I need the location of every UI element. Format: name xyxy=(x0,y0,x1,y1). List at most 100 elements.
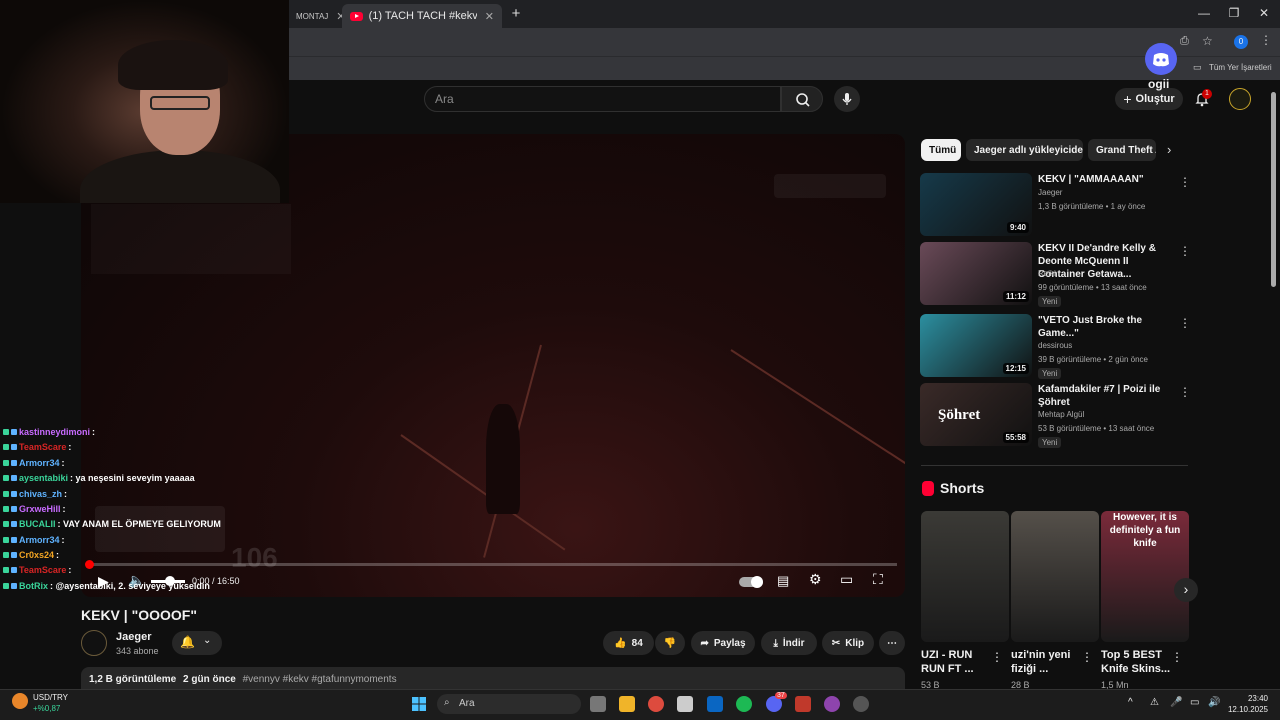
more-menu-icon[interactable]: ⋮ xyxy=(1260,33,1272,47)
clip-button[interactable]: ✂ Klip xyxy=(822,631,874,655)
fullscreen-icon[interactable]: ⛶ xyxy=(873,571,883,588)
channel-name[interactable]: Reiki xyxy=(1038,269,1056,278)
task-view-icon[interactable] xyxy=(590,696,606,712)
recommended-video[interactable]: 11:12 KEKV II De'andre Kelly & Deonte McQ… xyxy=(920,242,1191,307)
subtitles-icon[interactable]: ▤ xyxy=(777,573,789,589)
settings-icon[interactable]: ⚙ xyxy=(809,571,822,588)
search-button[interactable] xyxy=(781,86,823,112)
chrome-icon[interactable] xyxy=(648,696,664,712)
chevron-right-icon[interactable]: › xyxy=(1167,142,1171,157)
more-vertical-icon[interactable]: ⋮ xyxy=(1179,385,1191,399)
more-vertical-icon[interactable]: ⋮ xyxy=(1081,650,1093,664)
more-vertical-icon[interactable]: ⋮ xyxy=(1179,175,1191,189)
chat-text: : xyxy=(68,565,72,575)
channel-name[interactable]: Mehtap Algül xyxy=(1038,410,1084,419)
shorts-header: Shorts xyxy=(922,480,984,496)
chevron-down-icon: ⌄ xyxy=(203,635,212,646)
road-marking xyxy=(730,349,905,477)
search-input[interactable]: Ara xyxy=(424,86,781,112)
currency-label[interactable]: USD/TRY xyxy=(33,693,68,702)
taskbar-search[interactable]: ⌕ Ara xyxy=(437,694,581,714)
more-vertical-icon[interactable]: ⋮ xyxy=(1179,316,1191,330)
more-vertical-icon[interactable]: ⋮ xyxy=(1179,244,1191,258)
file-explorer-icon[interactable] xyxy=(619,696,635,712)
short-title[interactable]: uzi'nin yeni fiziği ... xyxy=(1011,648,1081,676)
weather-widget-icon[interactable] xyxy=(12,693,28,709)
browser-tab-active[interactable]: (1) TACH TACH #kekv #fivem # ✕ xyxy=(342,4,502,28)
bookmark-star-icon[interactable]: ☆ xyxy=(1202,34,1213,48)
hashtags[interactable]: #vennyv #kekv #gtafunnymoments xyxy=(243,674,397,685)
video-title[interactable]: KEKV II De'andre Kelly & Deonte McQuenn … xyxy=(1038,242,1176,281)
video-title[interactable]: "VETO Just Broke the Game..." xyxy=(1038,314,1176,340)
dislike-button[interactable]: 👎 xyxy=(655,631,685,655)
video-duration: 55:58 xyxy=(1002,432,1029,443)
browser-tab-montaj[interactable]: MONTAJ ✕ xyxy=(288,4,346,28)
channel-name[interactable]: dessirous xyxy=(1038,341,1072,350)
speaker-icon[interactable]: 🔊 xyxy=(1208,697,1220,708)
download-button[interactable]: ⤓ İndir xyxy=(761,631,817,655)
close-icon[interactable]: ✕ xyxy=(485,10,494,23)
voice-search-button[interactable] xyxy=(834,86,860,112)
video-thumbnail[interactable]: 9:40 xyxy=(920,173,1032,236)
progress-scrubber[interactable] xyxy=(85,560,94,569)
short-title[interactable]: UZI - RUN RUN FT ... xyxy=(921,648,991,676)
share-button[interactable]: ➦ Paylaş xyxy=(691,631,755,655)
chip-all[interactable]: Tümü xyxy=(921,139,961,161)
shorts-next-button[interactable]: › xyxy=(1174,578,1198,602)
windows-start-icon[interactable] xyxy=(411,696,427,712)
notifications-button[interactable]: 1 xyxy=(1194,89,1212,107)
discord-taskbar-icon[interactable]: 37 xyxy=(766,692,787,712)
theater-mode-icon[interactable]: ▭ xyxy=(840,571,853,588)
account-avatar[interactable] xyxy=(1229,88,1251,110)
install-app-icon[interactable]: ⎙ xyxy=(1180,35,1189,48)
like-button[interactable]: 👍 84 xyxy=(603,631,654,655)
mic-icon[interactable]: 🎤 xyxy=(1170,697,1182,708)
short-thumbnail[interactable]: However, it is definitely a fun knife xyxy=(1101,511,1189,642)
chat-message: chivas_zh: xyxy=(3,489,67,499)
channel-name[interactable]: Jaeger xyxy=(1038,188,1062,197)
recommended-video[interactable]: 12:15 "VETO Just Broke the Game..." dessir… xyxy=(920,314,1191,379)
video-thumbnail[interactable]: 11:12 xyxy=(920,242,1032,305)
more-vertical-icon[interactable]: ⋮ xyxy=(1171,650,1183,664)
store-icon[interactable] xyxy=(677,696,693,712)
video-thumbnail[interactable]: 12:15 xyxy=(920,314,1032,377)
chat-message: aysentabiki: ya neşesini seveyim yaaaaa xyxy=(3,473,195,483)
channel-avatar[interactable] xyxy=(81,630,107,656)
video-thumbnail[interactable]: Şöhret 55:58 xyxy=(920,383,1032,446)
display-icon[interactable]: ▭ xyxy=(1190,697,1199,708)
app-icon[interactable] xyxy=(853,696,869,712)
more-actions-button[interactable]: ⋯ xyxy=(879,631,905,655)
create-button[interactable]: + Oluştur xyxy=(1115,88,1183,110)
restore-icon[interactable]: ❐ xyxy=(1222,6,1246,20)
chip-gta[interactable]: Grand Theft A xyxy=(1088,139,1156,161)
channel-name[interactable]: Jaeger xyxy=(116,631,151,643)
progress-bar[interactable] xyxy=(89,563,897,566)
profile-badge[interactable]: 0 xyxy=(1234,35,1248,49)
short-thumbnail[interactable] xyxy=(921,511,1009,642)
taskbar-clock[interactable]: 23:40 12.10.2025 xyxy=(1226,693,1268,715)
short-title[interactable]: Top 5 BEST Knife Skins... xyxy=(1101,648,1171,676)
app-icon[interactable] xyxy=(795,696,811,712)
short-thumbnail[interactable] xyxy=(1011,511,1099,642)
like-count: 84 xyxy=(631,637,643,649)
chevron-up-icon[interactable]: ^ xyxy=(1128,697,1133,708)
recommended-video[interactable]: 9:40 KEKV | "AMMAAAAN" Jaeger 1,3 B görüntü… xyxy=(920,173,1191,237)
chip-from-uploader[interactable]: Jaeger adlı yükleyiciden xyxy=(966,139,1083,161)
obs-icon[interactable] xyxy=(824,696,840,712)
recommended-video[interactable]: Şöhret 55:58 Kafamdakiler #7 | Poizi ile Ş… xyxy=(920,383,1191,448)
page-scrollbar[interactable] xyxy=(1271,92,1276,287)
spotify-icon[interactable] xyxy=(736,696,752,712)
more-vertical-icon[interactable]: ⋮ xyxy=(991,650,1003,664)
all-bookmarks-link[interactable]: Tüm Yer İşaretleri xyxy=(1209,63,1272,72)
close-window-icon[interactable]: ✕ xyxy=(1252,6,1276,20)
new-tab-button[interactable]: + xyxy=(504,5,528,22)
video-title[interactable]: Kafamdakiler #7 | Poizi ile Şöhret xyxy=(1038,383,1176,409)
chat-username: Armorr34 xyxy=(19,458,60,468)
search-icon: ⌕ xyxy=(444,697,450,708)
autoplay-toggle[interactable] xyxy=(739,576,763,588)
outlook-icon[interactable] xyxy=(707,696,723,712)
video-title[interactable]: KEKV | "AMMAAAAN" xyxy=(1038,173,1176,186)
minimize-icon[interactable]: — xyxy=(1192,6,1216,20)
subscription-bell-button[interactable]: 🔔 ⌄ xyxy=(172,631,222,655)
network-off-icon[interactable]: ⚠ xyxy=(1150,697,1159,708)
